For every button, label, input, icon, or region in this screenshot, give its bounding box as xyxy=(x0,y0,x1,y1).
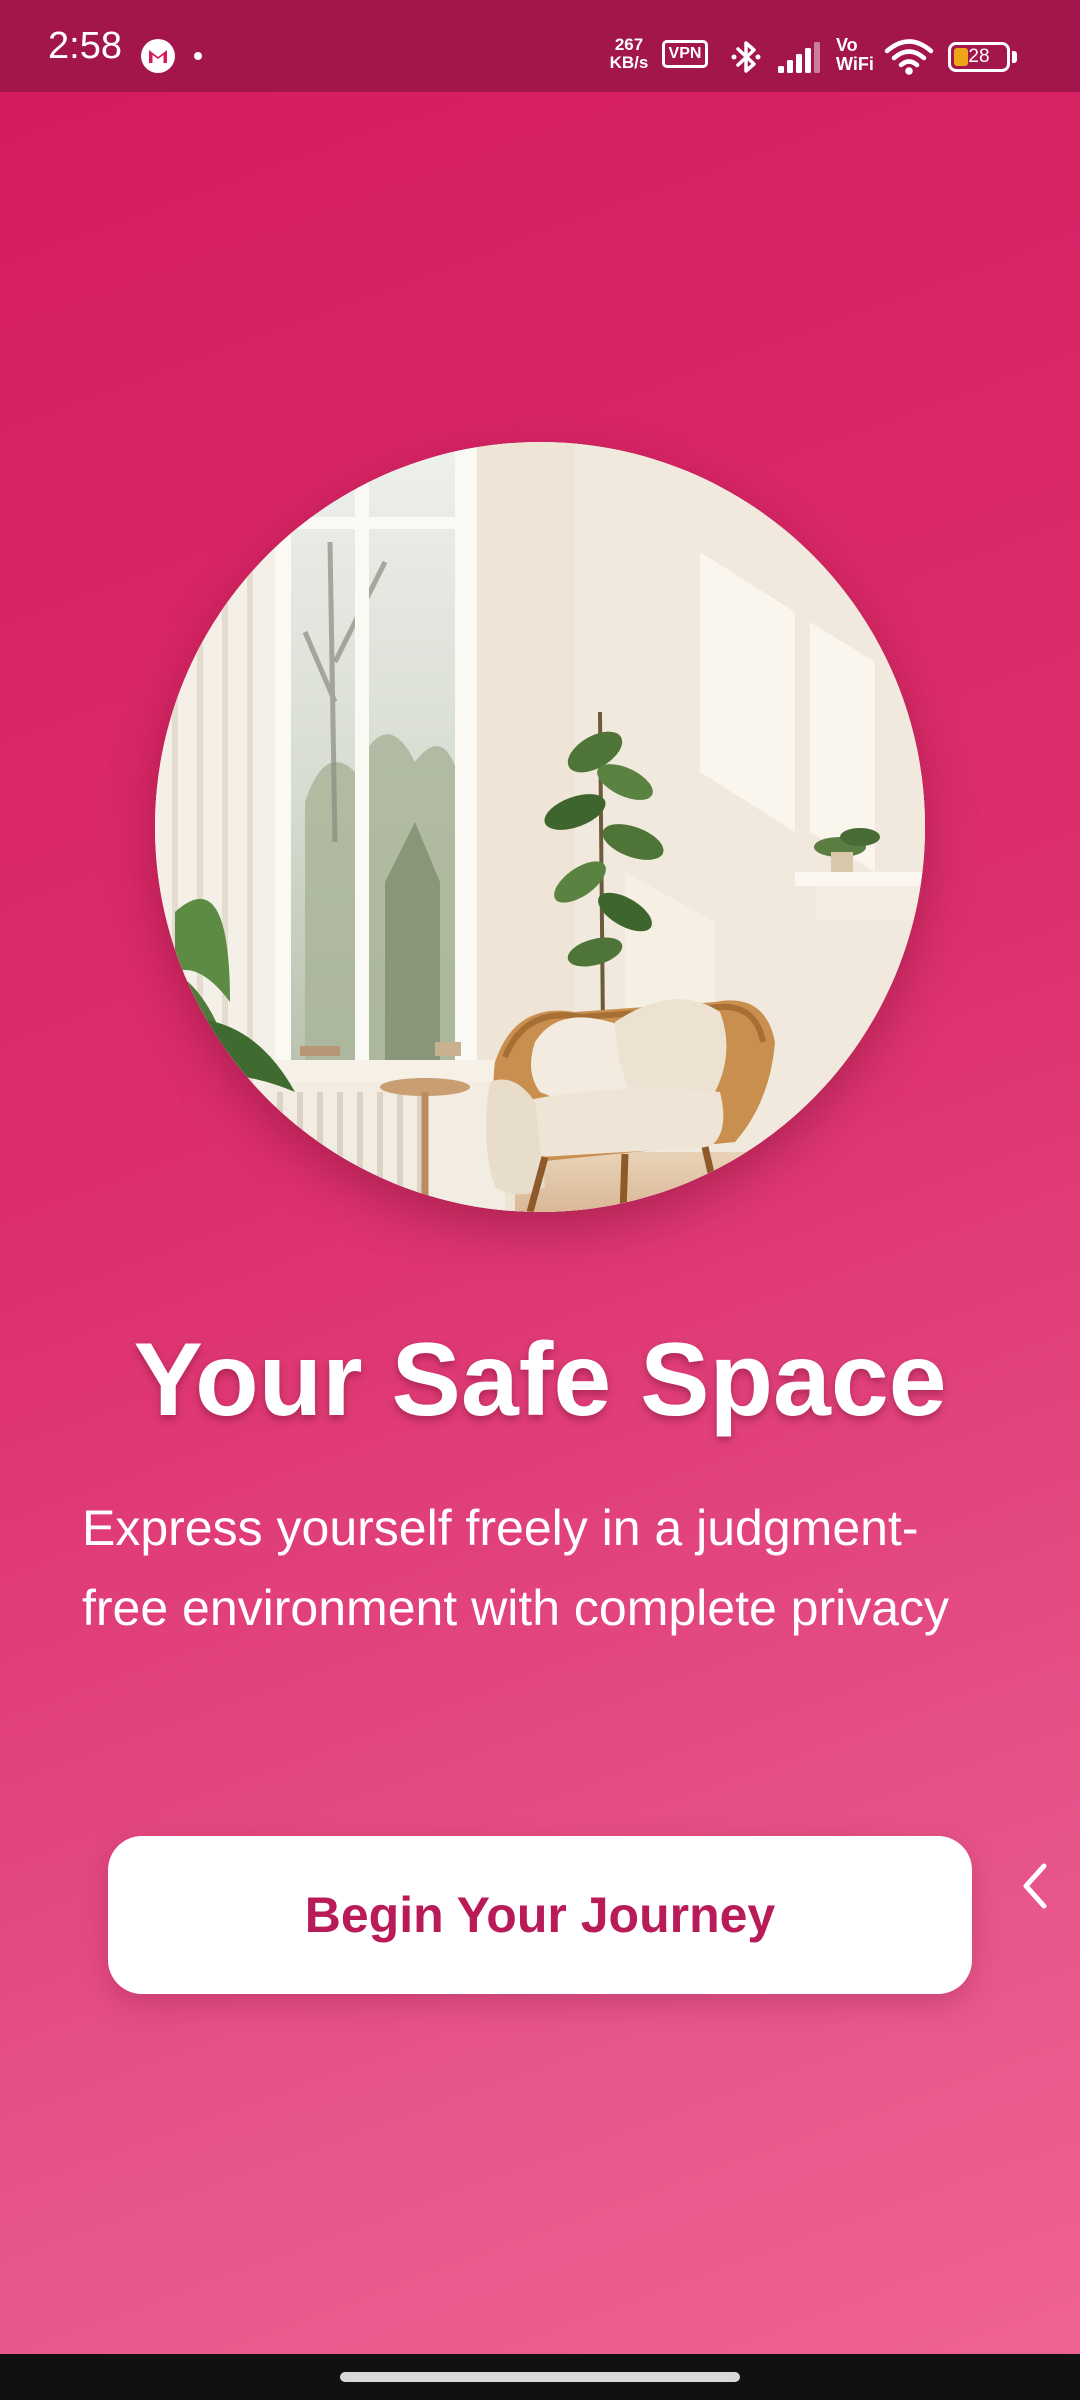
onboarding-subtitle: Express yourself freely in a judgment-fr… xyxy=(82,1500,950,1636)
battery-tip xyxy=(1012,51,1017,63)
room-illustration xyxy=(155,442,925,1212)
vpn-badge: VPN xyxy=(662,40,708,68)
network-speed: 267 KB/s xyxy=(604,36,654,72)
notification-dot xyxy=(194,52,202,60)
hero-image xyxy=(155,442,925,1212)
vowifi-bottom: WiFi xyxy=(836,54,874,74)
signal-icon xyxy=(778,42,820,73)
onboarding-title: Your Safe Space xyxy=(133,1322,947,1438)
onboarding-screen: 2:58 267 KB/s VPN Vo WiFi 28 Your Safe S… xyxy=(0,0,1080,2400)
gmail-icon xyxy=(141,39,175,73)
status-time: 2:58 xyxy=(48,25,122,67)
system-nav-bar xyxy=(0,2354,1080,2400)
network-speed-value: 267 xyxy=(614,35,644,54)
home-indicator[interactable] xyxy=(340,2372,740,2382)
wifi-icon xyxy=(884,39,934,75)
chevron-left-icon[interactable] xyxy=(1018,1860,1052,1912)
bluetooth-icon xyxy=(731,41,761,73)
network-speed-unit: KB/s xyxy=(609,53,649,72)
battery-icon: 28 xyxy=(948,42,1010,72)
status-bar: 2:58 267 KB/s VPN Vo WiFi 28 xyxy=(0,0,1080,92)
begin-journey-button[interactable]: Begin Your Journey xyxy=(108,1836,972,1994)
battery-level: 28 xyxy=(968,46,990,67)
vowifi-indicator: Vo WiFi xyxy=(836,36,874,74)
vowifi-top: Vo xyxy=(836,35,858,55)
